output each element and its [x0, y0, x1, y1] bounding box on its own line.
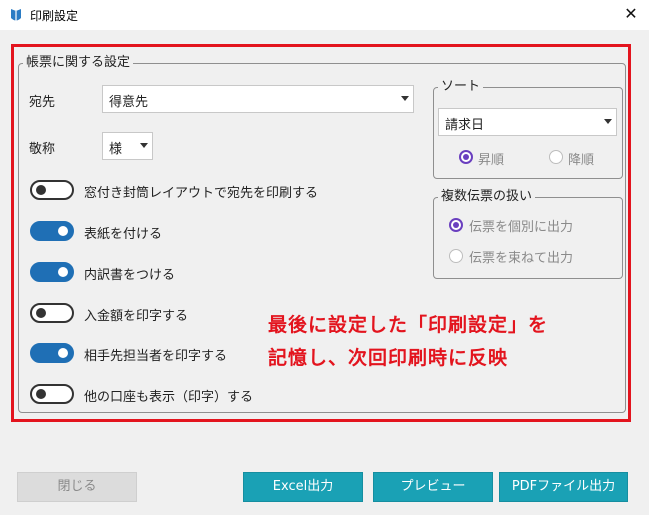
radio-individual-output-label: 伝票を個別に出力 — [469, 220, 574, 235]
multi-slip-group: 複数伝票の扱い — [433, 189, 623, 279]
preview-button[interactable]: プレビュー — [373, 472, 493, 502]
toggle-window-envelope[interactable] — [30, 180, 74, 200]
toggle-breakdown[interactable] — [30, 262, 74, 282]
toggle-other-accounts[interactable] — [30, 384, 74, 404]
radio-ascending-label: 昇順 — [478, 153, 505, 168]
radio-bundled-output[interactable] — [449, 249, 463, 263]
toggle-breakdown-label: 内訳書をつける — [84, 268, 176, 283]
close-button[interactable]: 閉じる — [17, 472, 137, 502]
chevron-down-icon — [604, 119, 612, 124]
toggle-knob — [36, 308, 46, 318]
radio-descending[interactable] — [549, 150, 563, 164]
excel-export-button[interactable]: Excel出力 — [243, 472, 363, 502]
toggle-knob — [58, 267, 68, 277]
multi-slip-title: 複数伝票の扱い — [438, 189, 536, 205]
toggle-other-accounts-label: 他の口座も表示（印字）する — [84, 390, 254, 405]
toggle-payment-amount[interactable] — [30, 303, 74, 323]
toggle-window-envelope-label: 窓付き封筒レイアウトで宛先を印刷する — [84, 186, 319, 201]
report-settings-title: 帳票に関する設定 — [23, 55, 134, 71]
title-bar: 印刷設定 ✕ — [0, 0, 649, 30]
toggle-knob — [58, 226, 68, 236]
annotation-line-1: 最後に設定した「印刷設定」を — [268, 314, 549, 336]
toggle-contact-person-label: 相手先担当者を印字する — [84, 349, 228, 364]
toggle-payment-amount-label: 入金額を印字する — [84, 309, 189, 324]
sort-value: 請求日 — [445, 118, 485, 133]
radio-individual-output[interactable] — [449, 218, 463, 232]
toggle-knob — [58, 348, 68, 358]
recipient-select[interactable]: 得意先 — [102, 85, 414, 113]
sort-title: ソート — [438, 79, 484, 95]
honorific-select[interactable]: 様 — [102, 132, 153, 160]
app-icon — [11, 9, 21, 21]
honorific-value: 様 — [109, 142, 123, 157]
toggle-knob — [36, 185, 46, 195]
toggle-knob — [36, 389, 46, 399]
chevron-down-icon — [401, 96, 409, 101]
radio-descending-label: 降順 — [568, 153, 595, 168]
pdf-export-button[interactable]: PDFファイル出力 — [499, 472, 628, 502]
window-title: 印刷設定 — [30, 9, 79, 23]
honorific-label: 敬称 — [29, 142, 56, 157]
radio-ascending[interactable] — [459, 150, 473, 164]
toggle-cover-page[interactable] — [30, 221, 74, 241]
chevron-down-icon — [140, 143, 148, 148]
radio-bundled-output-label: 伝票を束ねて出力 — [469, 251, 574, 266]
annotation-line-2: 記憶し、次回印刷時に反映 — [268, 347, 509, 369]
toggle-contact-person[interactable] — [30, 343, 74, 363]
recipient-label: 宛先 — [29, 95, 56, 110]
toggle-cover-page-label: 表紙を付ける — [84, 227, 163, 242]
recipient-value: 得意先 — [109, 95, 149, 110]
sort-select[interactable]: 請求日 — [438, 108, 617, 136]
close-icon[interactable]: ✕ — [619, 2, 643, 26]
